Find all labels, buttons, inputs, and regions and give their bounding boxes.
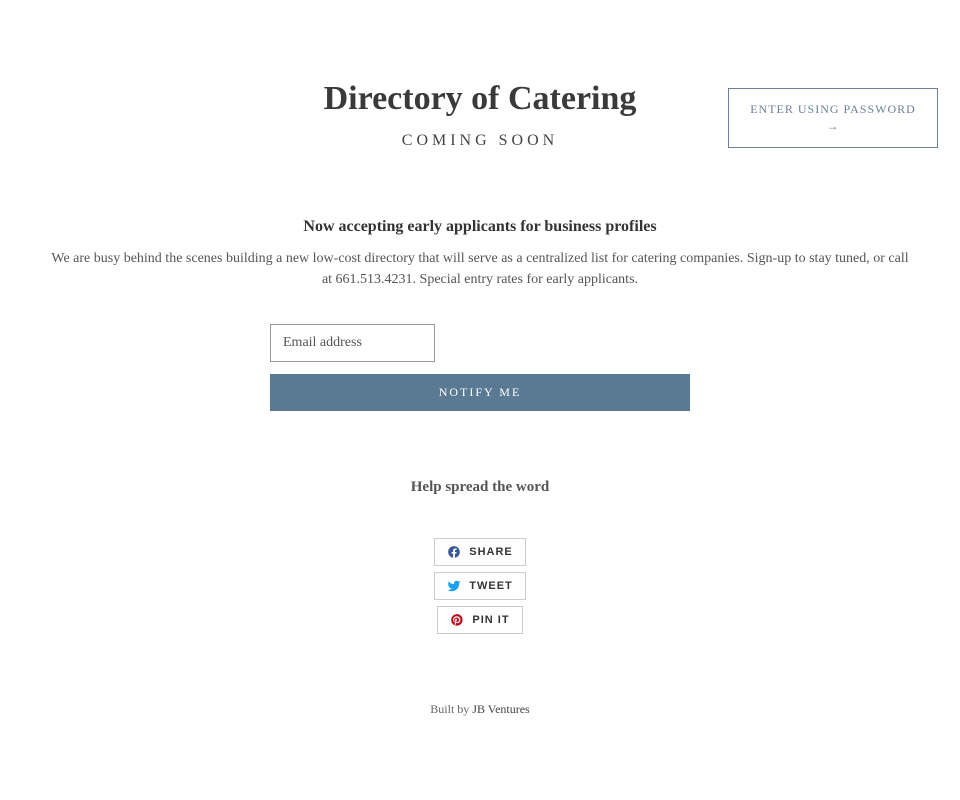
social-buttons-container: SHARE TWEET PIN IT [0,538,960,634]
share-facebook-button[interactable]: SHARE [434,538,526,566]
signup-form: NOTIFY ME [270,324,690,411]
notify-button[interactable]: NOTIFY ME [270,374,690,411]
spread-word-heading: Help spread the word [0,479,960,496]
description-text: We are busy behind the scenes building a… [0,248,960,290]
enter-password-link[interactable]: ENTER USING PASSWORD → [728,88,938,148]
footer-vendor-link[interactable]: JB Ventures [472,702,529,716]
facebook-icon [447,545,461,559]
share-label: SHARE [469,546,513,558]
footer: Built by JB Ventures [0,702,960,717]
pin-label: PIN IT [472,614,509,626]
share-pinterest-button[interactable]: PIN IT [437,606,522,634]
subtitle: Now accepting early applicants for busin… [0,218,960,236]
tweet-label: TWEET [469,580,513,592]
pinterest-icon [450,613,464,627]
twitter-icon [447,579,461,593]
share-twitter-button[interactable]: TWEET [434,572,526,600]
footer-built-by: Built by [430,702,472,716]
email-field[interactable] [270,324,435,362]
